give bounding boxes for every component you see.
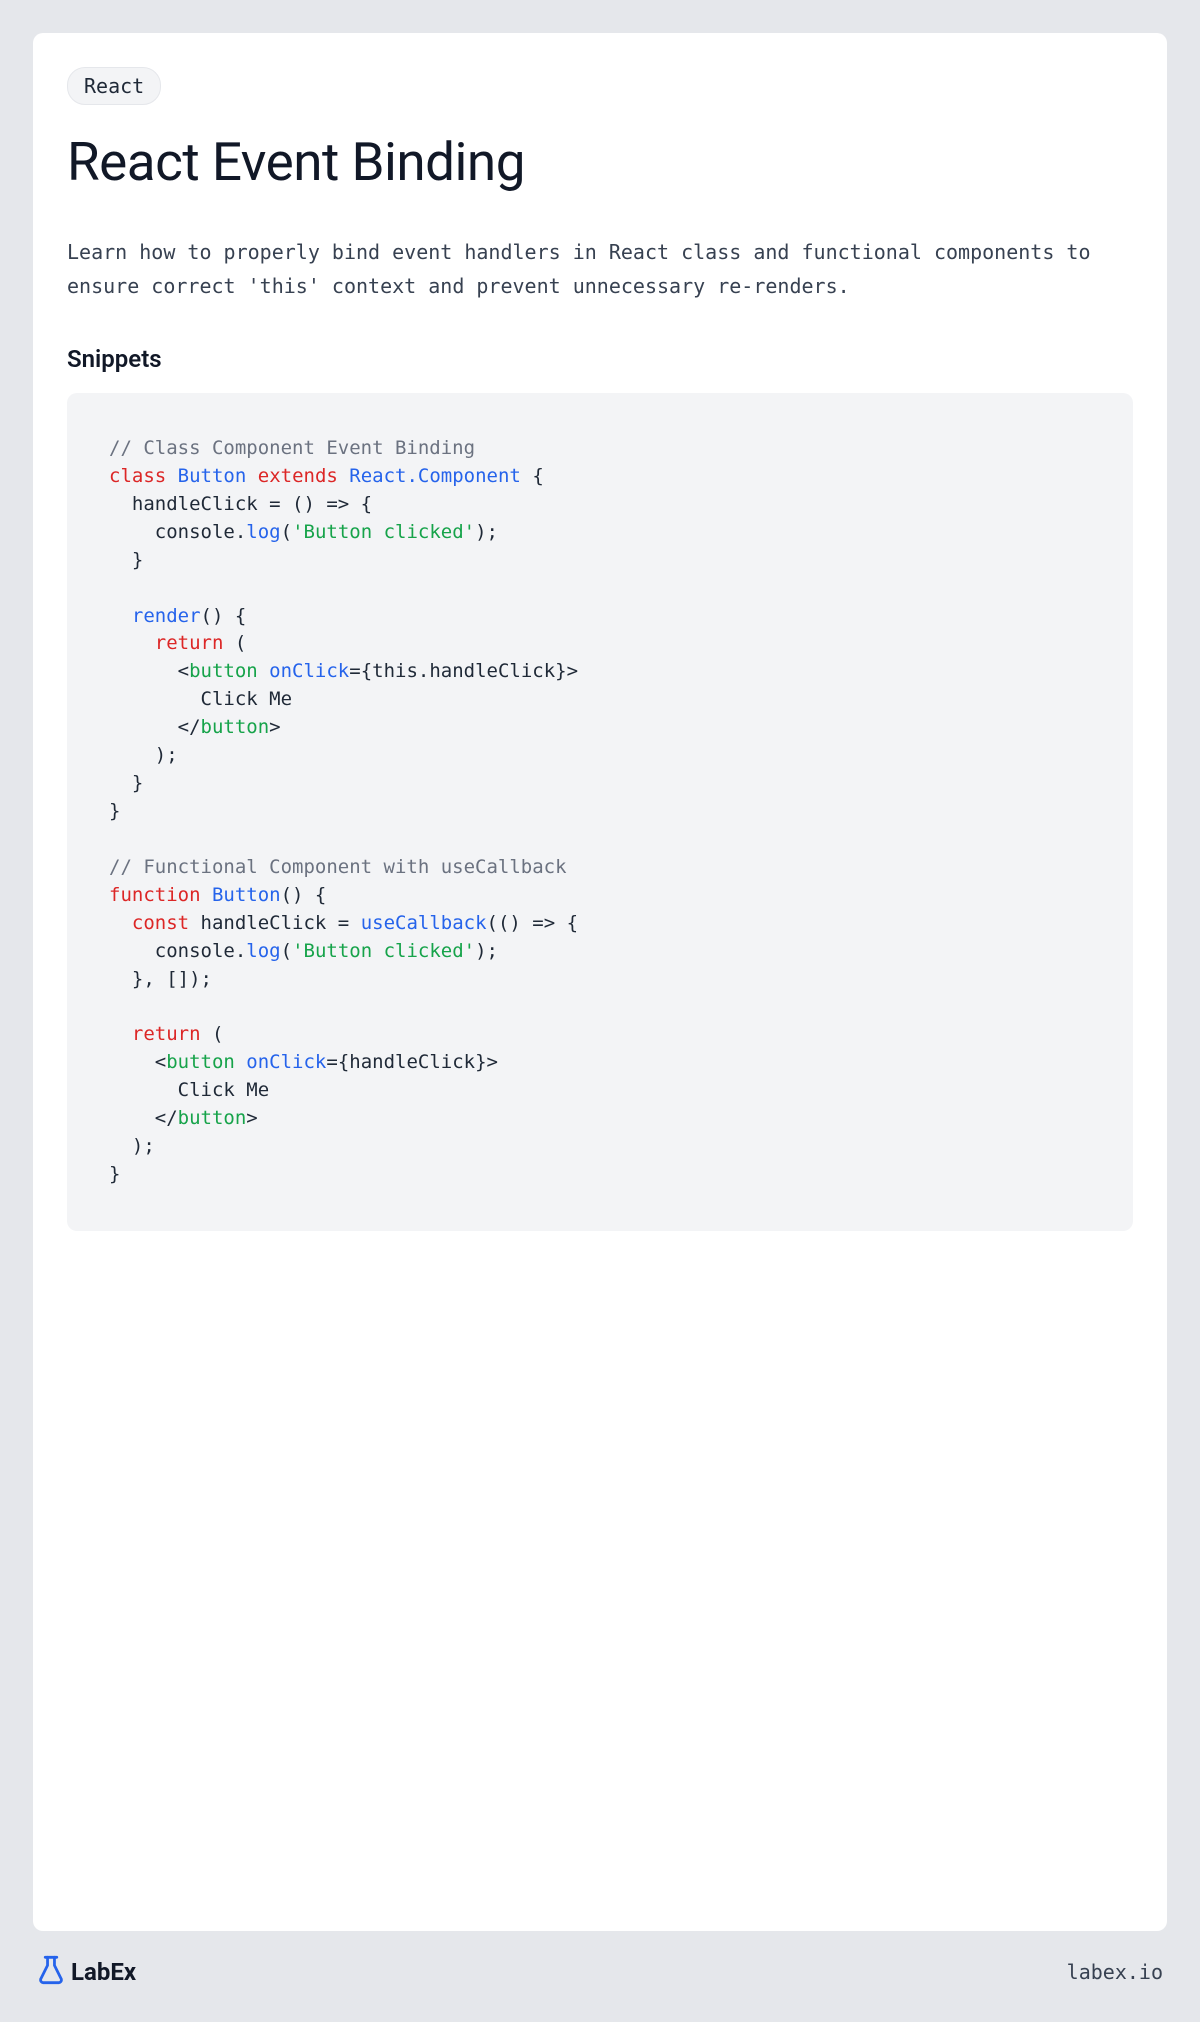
- code-method: render: [132, 605, 201, 627]
- code-text: );: [475, 940, 498, 962]
- code-snippet: // Class Component Event Binding class B…: [67, 393, 1133, 1231]
- code-jsx-attr: onClick: [246, 1051, 326, 1073]
- code-text: [258, 660, 269, 682]
- tutorial-description: Learn how to properly bind event handler…: [67, 235, 1133, 303]
- code-comment: // Functional Component with useCallback: [109, 856, 567, 878]
- code-comment: // Class Component Event Binding: [109, 437, 475, 459]
- code-string: 'Button clicked': [292, 940, 475, 962]
- section-heading-snippets: Snippets: [67, 345, 1133, 373]
- code-funcname: Button: [212, 884, 281, 906]
- code-text: <: [109, 660, 189, 682]
- code-jsx-tag: button: [166, 1051, 235, 1073]
- code-text: () {: [281, 884, 327, 906]
- code-text: }: [109, 549, 143, 571]
- code-keyword: class: [109, 465, 166, 487]
- code-method: log: [246, 940, 280, 962]
- code-text: ={handleClick}>: [326, 1051, 498, 1073]
- code-text: );: [109, 744, 178, 766]
- code-keyword: function: [109, 884, 201, 906]
- code-text: );: [109, 1135, 155, 1157]
- code-jsx-tag: button: [189, 660, 258, 682]
- code-funcname: useCallback: [361, 912, 487, 934]
- code-text: (: [223, 632, 246, 654]
- code-text: {: [521, 465, 544, 487]
- code-jsx-tag: button: [201, 716, 270, 738]
- code-text: (() => {: [487, 912, 579, 934]
- code-text: [235, 1051, 246, 1073]
- code-jsx-attr: onClick: [269, 660, 349, 682]
- code-text: (: [281, 940, 292, 962]
- code-method: log: [246, 521, 280, 543]
- code-keyword: const: [132, 912, 189, 934]
- code-text: >: [246, 1107, 257, 1129]
- code-text: >: [269, 716, 280, 738]
- code-classname: React.Component: [349, 465, 521, 487]
- page-title: React Event Binding: [67, 131, 1133, 193]
- code-text: [201, 884, 212, 906]
- code-text: Click Me: [109, 688, 292, 710]
- code-text: }: [109, 1163, 120, 1185]
- code-jsx-tag: button: [178, 1107, 247, 1129]
- code-text: handleClick = () => {: [109, 493, 372, 515]
- code-text: console.: [109, 940, 246, 962]
- code-text: Click Me: [109, 1079, 269, 1101]
- code-text: }: [109, 800, 120, 822]
- code-text: [109, 912, 132, 934]
- category-tag: React: [67, 67, 161, 105]
- code-text: [109, 1023, 132, 1045]
- code-text: () {: [201, 605, 247, 627]
- code-text: (: [281, 521, 292, 543]
- code-text: console.: [109, 521, 246, 543]
- code-text: );: [475, 521, 498, 543]
- code-text: [109, 605, 132, 627]
- code-keyword: return: [132, 1023, 201, 1045]
- code-classname: Button: [178, 465, 247, 487]
- flask-icon: [37, 1955, 65, 1989]
- code-string: 'Button clicked': [292, 521, 475, 543]
- code-text: handleClick =: [189, 912, 361, 934]
- code-keyword: return: [155, 632, 224, 654]
- code-text: </: [109, 1107, 178, 1129]
- brand-logo: LabEx: [37, 1955, 136, 1989]
- brand-link[interactable]: labex.io: [1067, 1960, 1163, 1984]
- code-text: }: [109, 772, 143, 794]
- code-text: </: [109, 716, 201, 738]
- code-text: (: [201, 1023, 224, 1045]
- page-footer: LabEx labex.io: [33, 1931, 1167, 1989]
- code-keyword: extends: [258, 465, 338, 487]
- code-text: ={this.handleClick}>: [349, 660, 578, 682]
- content-card: React React Event Binding Learn how to p…: [33, 33, 1167, 1931]
- brand-name: LabEx: [71, 1958, 136, 1986]
- code-text: }, []);: [109, 968, 212, 990]
- code-text: [109, 632, 155, 654]
- code-text: <: [109, 1051, 166, 1073]
